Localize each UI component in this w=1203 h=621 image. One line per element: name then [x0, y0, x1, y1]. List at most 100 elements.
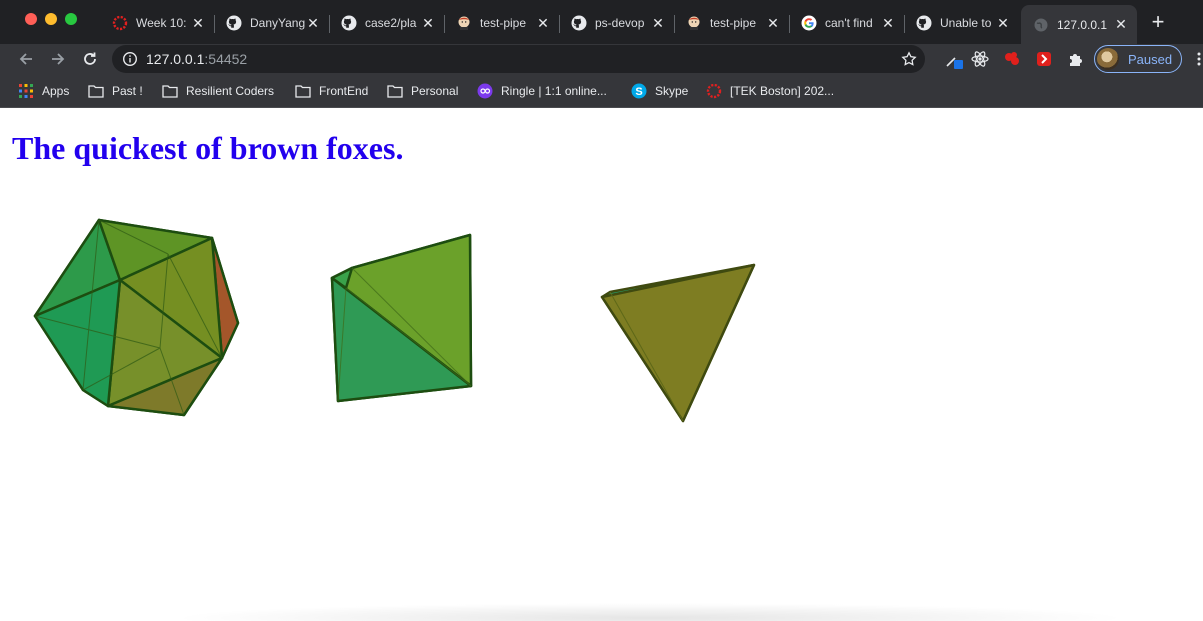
zoom-window-button[interactable]	[65, 13, 77, 25]
bookmark-star-icon[interactable]	[901, 51, 917, 67]
github-icon	[226, 15, 242, 31]
bookmark-folder-frontend[interactable]: FrontEnd	[295, 82, 368, 100]
tab-separator	[329, 15, 330, 33]
tab-ps-devops[interactable]: ps-devop ✕	[559, 8, 674, 38]
tab-cant-find[interactable]: can't find ✕	[789, 8, 904, 38]
tab-title: Unable to	[940, 16, 992, 30]
profile-button[interactable]: Paused	[1094, 45, 1182, 73]
icosahedron-shape	[33, 218, 240, 417]
bookmark-label: Past !	[112, 84, 143, 98]
browser-chrome: Week 10: ✕ DanyYang ✕ case2/pla ✕ test-p…	[0, 0, 1203, 108]
tab-separator	[674, 15, 675, 33]
jenkins-icon	[456, 15, 472, 31]
bookmark-folder-resilient-coders[interactable]: Resilient Coders	[162, 82, 274, 100]
folder-icon	[88, 83, 104, 99]
tab-close-icon[interactable]: ✕	[1113, 16, 1129, 33]
tab-title: Week 10:	[136, 16, 187, 30]
tab-week-10[interactable]: Week 10: ✕	[100, 8, 214, 38]
redux-devtools-icon[interactable]	[1002, 49, 1022, 69]
tab-separator	[789, 15, 790, 33]
tab-close-icon[interactable]: ✕	[535, 15, 551, 31]
bookmark-label: Ringle | 1:1 online...	[501, 84, 607, 98]
folder-icon	[162, 83, 178, 99]
apps-grid-icon	[18, 83, 34, 99]
tab-separator	[214, 15, 215, 33]
octahedron-shape	[330, 233, 473, 403]
more-menu-icon[interactable]	[1196, 52, 1202, 66]
avatar	[1097, 48, 1119, 70]
close-window-button[interactable]	[25, 13, 37, 25]
new-tab-button[interactable]: +	[1147, 11, 1169, 34]
tab-close-icon[interactable]: ✕	[420, 15, 436, 31]
forward-button[interactable]	[47, 48, 69, 70]
tab-separator	[904, 15, 905, 33]
tab-strip: Week 10: ✕ DanyYang ✕ case2/pla ✕ test-p…	[0, 0, 1203, 44]
github-icon	[571, 15, 587, 31]
back-arrow-icon	[19, 53, 32, 65]
tab-title: ps-devop	[595, 16, 645, 30]
tab-separator	[444, 15, 445, 33]
reload-icon	[84, 52, 96, 65]
tab-close-icon[interactable]: ✕	[765, 15, 781, 31]
ringle-icon	[477, 83, 493, 99]
github-icon	[341, 15, 357, 31]
skype-icon: S	[631, 83, 647, 99]
tab-danyyang[interactable]: DanyYang ✕	[214, 8, 329, 38]
site-info-icon[interactable]	[122, 51, 138, 67]
tetrahedron-shape	[600, 263, 756, 423]
bookmark-folder-personal[interactable]: Personal	[387, 82, 458, 100]
url-host: 127.0.0.1	[146, 51, 205, 67]
react-devtools-icon[interactable]	[970, 49, 990, 69]
navigation-toolbar: 127.0.0.1:54452 Paused	[0, 44, 1203, 74]
tab-title: case2/pla	[365, 16, 417, 30]
minimize-window-button[interactable]	[45, 13, 57, 25]
tab-close-icon[interactable]: ✕	[880, 15, 896, 31]
tab-close-icon[interactable]: ✕	[995, 15, 1011, 31]
tab-localhost-active[interactable]: 127.0.0.1 ✕	[1021, 5, 1137, 44]
extensions-puzzle-icon[interactable]	[1066, 49, 1086, 69]
tab-close-icon[interactable]: ✕	[305, 15, 321, 31]
folder-icon	[387, 83, 403, 99]
bookmark-label: FrontEnd	[319, 84, 369, 98]
polyhedra-canvas	[33, 218, 756, 423]
bookmark-apps[interactable]: Apps	[18, 82, 69, 100]
github-icon	[916, 15, 932, 31]
bookmarks-bar: Apps Past ! Resilient Coders FrontEnd Pe…	[0, 74, 1203, 108]
ring-logo-icon	[112, 15, 128, 31]
tab-title: DanyYang	[250, 16, 305, 30]
eyedropper-extension-icon[interactable]	[944, 49, 964, 69]
bookmark-label: Personal	[411, 84, 459, 98]
reload-button[interactable]	[79, 48, 101, 70]
tab-title: can't find	[825, 16, 873, 30]
bookmark-label: Skype	[655, 84, 689, 98]
page-content: The quickest of brown foxes.	[0, 108, 1203, 621]
tab-title: test-pipe	[710, 16, 757, 30]
bookmark-ringle[interactable]: Ringle | 1:1 online...	[477, 82, 607, 100]
google-icon	[801, 15, 817, 31]
tab-case2[interactable]: case2/pla ✕	[329, 8, 444, 38]
tab-title: test-pipe	[480, 16, 527, 30]
globe-icon	[1033, 17, 1049, 33]
folder-icon	[295, 83, 311, 99]
back-button[interactable]	[15, 48, 37, 70]
tab-title: 127.0.0.1	[1057, 17, 1108, 32]
bookmark-label: [TEK Boston] 202...	[730, 84, 835, 98]
forward-arrow-icon	[52, 53, 65, 65]
bookmark-folder-past[interactable]: Past !	[88, 82, 143, 100]
tab-test-pipe-2[interactable]: test-pipe ✕	[674, 8, 789, 38]
address-bar[interactable]: 127.0.0.1:54452	[112, 45, 925, 73]
tab-close-icon[interactable]: ✕	[190, 15, 206, 31]
bookmark-label: Apps	[42, 84, 70, 98]
svg-text:S: S	[635, 86, 642, 98]
tab-close-icon[interactable]: ✕	[650, 15, 666, 31]
url-port: :54452	[204, 51, 248, 67]
tab-unable-to[interactable]: Unable to ✕	[904, 8, 1019, 38]
tab-separator	[559, 15, 560, 33]
tab-test-pipe-1[interactable]: test-pipe ✕	[444, 8, 559, 38]
ring-logo-icon	[706, 83, 722, 99]
jenkins-icon	[686, 15, 702, 31]
bookmark-skype[interactable]: S Skype	[631, 82, 688, 100]
bookmark-tek-boston[interactable]: [TEK Boston] 202...	[706, 82, 834, 100]
red-square-extension-icon[interactable]	[1034, 49, 1054, 69]
profile-status-label: Paused	[1128, 51, 1173, 67]
